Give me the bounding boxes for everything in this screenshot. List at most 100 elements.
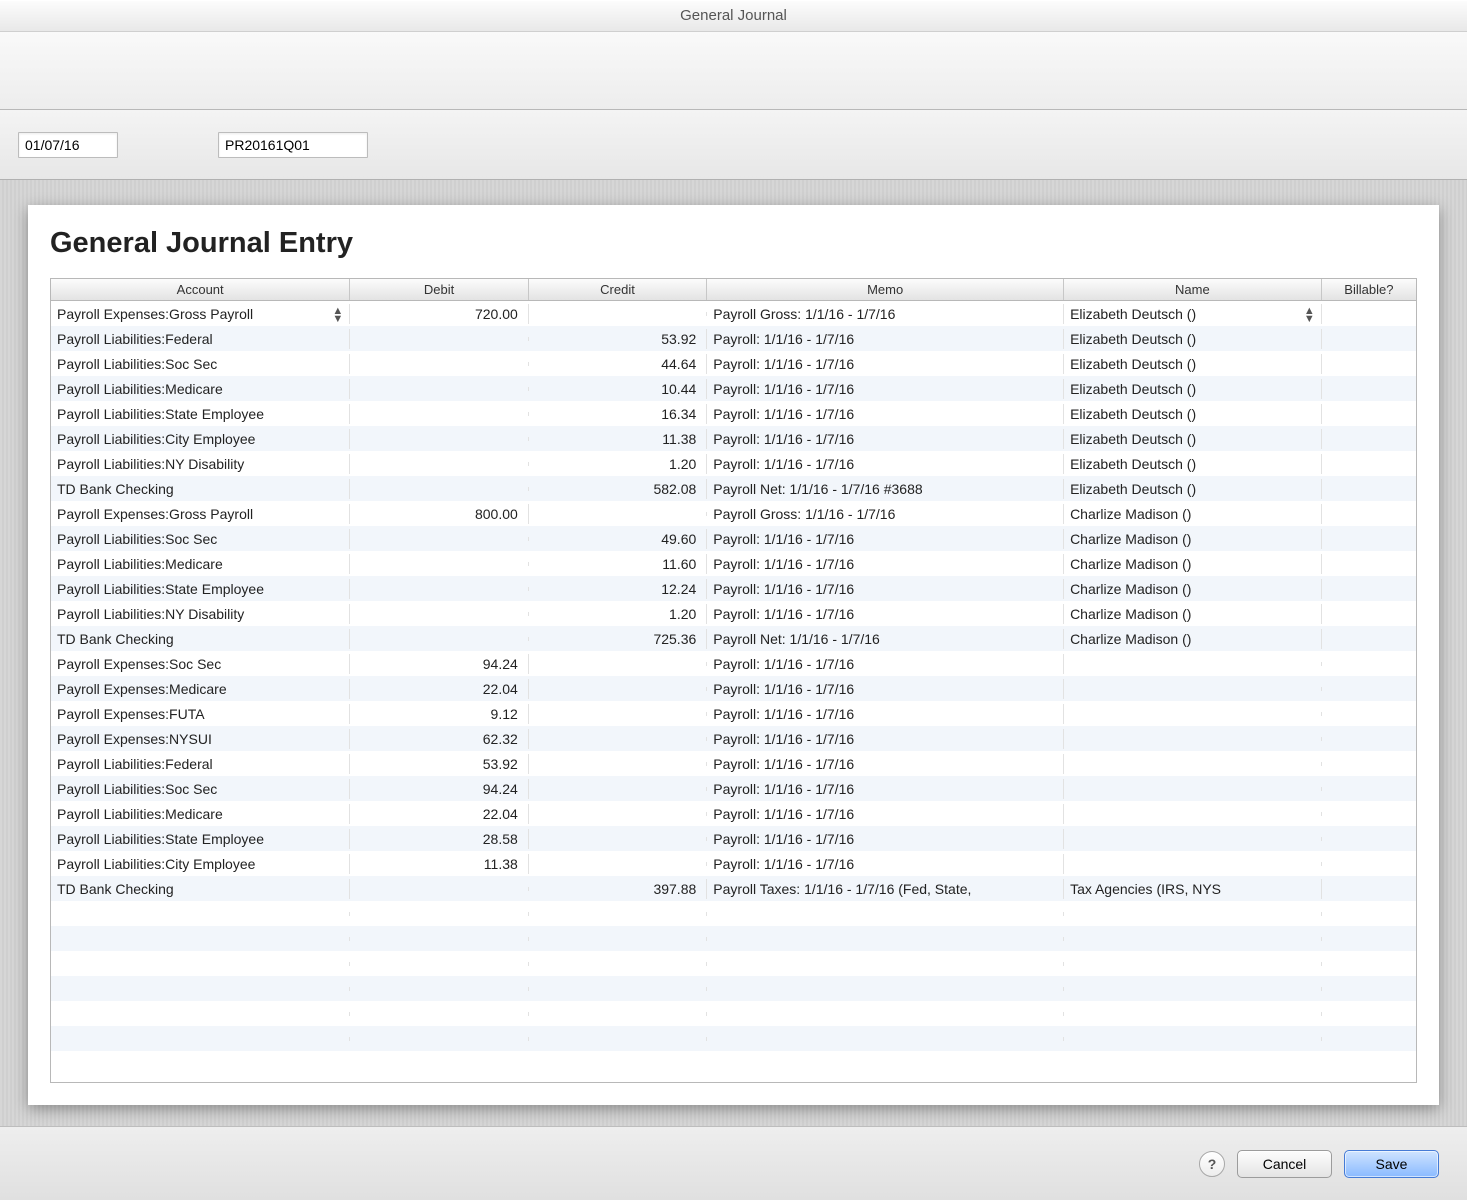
table-row[interactable]: Payroll Liabilities:Federal53.92Payroll:… <box>51 326 1416 351</box>
cell-credit[interactable] <box>529 787 707 791</box>
cell-credit[interactable]: 582.08 <box>529 479 707 499</box>
cell-account[interactable]: Payroll Liabilities:Federal <box>51 329 350 349</box>
cell-name[interactable]: Charlize Madison () <box>1064 554 1322 574</box>
cell-name[interactable]: Charlize Madison () <box>1064 629 1322 649</box>
cell-name[interactable] <box>1064 962 1322 966</box>
cell-debit[interactable] <box>350 637 528 641</box>
grid-body[interactable]: Payroll Expenses:Gross Payroll▲▼720.00Pa… <box>51 301 1416 1082</box>
table-row[interactable]: Payroll Liabilities:Soc Sec44.64Payroll:… <box>51 351 1416 376</box>
cell-name[interactable] <box>1064 912 1322 916</box>
cell-memo[interactable]: Payroll Gross: 1/1/16 - 1/7/16 <box>707 504 1064 524</box>
cell-memo[interactable]: Payroll: 1/1/16 - 1/7/16 <box>707 779 1064 799</box>
cell-debit[interactable] <box>350 987 528 991</box>
cell-debit[interactable] <box>350 387 528 391</box>
cell-memo[interactable]: Payroll: 1/1/16 - 1/7/16 <box>707 704 1064 724</box>
cell-billable[interactable] <box>1322 662 1416 666</box>
cell-billable[interactable] <box>1322 812 1416 816</box>
table-row[interactable] <box>51 976 1416 1001</box>
cell-memo[interactable]: Payroll: 1/1/16 - 1/7/16 <box>707 579 1064 599</box>
cell-memo[interactable]: Payroll: 1/1/16 - 1/7/16 <box>707 429 1064 449</box>
cell-memo[interactable] <box>707 912 1064 916</box>
cell-credit[interactable]: 12.24 <box>529 579 707 599</box>
table-row[interactable]: Payroll Expenses:Gross Payroll800.00Payr… <box>51 501 1416 526</box>
table-row[interactable] <box>51 1026 1416 1051</box>
cell-name[interactable]: Charlize Madison () <box>1064 579 1322 599</box>
cell-debit[interactable] <box>350 612 528 616</box>
cell-credit[interactable]: 49.60 <box>529 529 707 549</box>
cell-account[interactable]: Payroll Liabilities:NY Disability <box>51 604 350 624</box>
cell-account[interactable]: Payroll Expenses:Medicare <box>51 679 350 699</box>
table-row[interactable]: Payroll Liabilities:Federal53.92Payroll:… <box>51 751 1416 776</box>
cell-memo[interactable]: Payroll: 1/1/16 - 1/7/16 <box>707 679 1064 699</box>
cell-billable[interactable] <box>1322 1012 1416 1016</box>
cell-memo[interactable]: Payroll: 1/1/16 - 1/7/16 <box>707 329 1064 349</box>
cell-debit[interactable]: 22.04 <box>350 804 528 824</box>
cell-account[interactable] <box>51 1037 350 1041</box>
cell-billable[interactable] <box>1322 562 1416 566</box>
cell-credit[interactable] <box>529 762 707 766</box>
cell-credit[interactable] <box>529 987 707 991</box>
cell-name[interactable] <box>1064 1037 1322 1041</box>
table-row[interactable]: Payroll Expenses:Medicare22.04Payroll: 1… <box>51 676 1416 701</box>
cell-credit[interactable] <box>529 912 707 916</box>
cell-memo[interactable]: Payroll: 1/1/16 - 1/7/16 <box>707 404 1064 424</box>
cell-debit[interactable] <box>350 962 528 966</box>
cell-credit[interactable]: 16.34 <box>529 404 707 424</box>
cell-credit[interactable]: 725.36 <box>529 629 707 649</box>
save-button[interactable]: Save <box>1344 1150 1439 1178</box>
cell-account[interactable]: Payroll Liabilities:Soc Sec <box>51 354 350 374</box>
table-row[interactable] <box>51 1001 1416 1026</box>
cell-memo[interactable]: Payroll: 1/1/16 - 1/7/16 <box>707 729 1064 749</box>
table-row[interactable]: Payroll Liabilities:Medicare22.04Payroll… <box>51 801 1416 826</box>
cell-billable[interactable] <box>1322 962 1416 966</box>
cell-credit[interactable] <box>529 937 707 941</box>
cell-debit[interactable] <box>350 1012 528 1016</box>
cell-billable[interactable] <box>1322 937 1416 941</box>
cell-billable[interactable] <box>1322 487 1416 491</box>
cell-billable[interactable] <box>1322 337 1416 341</box>
cell-billable[interactable] <box>1322 987 1416 991</box>
cell-billable[interactable] <box>1322 912 1416 916</box>
cell-memo[interactable]: Payroll Gross: 1/1/16 - 1/7/16 <box>707 304 1064 324</box>
date-field[interactable] <box>18 132 118 158</box>
cell-debit[interactable] <box>350 537 528 541</box>
cell-billable[interactable] <box>1322 712 1416 716</box>
cell-billable[interactable] <box>1322 862 1416 866</box>
cell-memo[interactable]: Payroll: 1/1/16 - 1/7/16 <box>707 554 1064 574</box>
cell-debit[interactable]: 720.00 <box>350 304 528 324</box>
table-row[interactable] <box>51 926 1416 951</box>
cell-memo[interactable] <box>707 962 1064 966</box>
table-row[interactable] <box>51 951 1416 976</box>
cell-account[interactable]: Payroll Expenses:Gross Payroll <box>51 504 350 524</box>
cell-credit[interactable] <box>529 1037 707 1041</box>
cell-memo[interactable]: Payroll: 1/1/16 - 1/7/16 <box>707 829 1064 849</box>
cell-credit[interactable] <box>529 312 707 316</box>
cell-debit[interactable] <box>350 587 528 591</box>
table-row[interactable]: Payroll Liabilities:Medicare11.60Payroll… <box>51 551 1416 576</box>
table-row[interactable]: Payroll Liabilities:NY Disability1.20Pay… <box>51 451 1416 476</box>
cell-debit[interactable]: 94.24 <box>350 779 528 799</box>
table-row[interactable]: TD Bank Checking582.08Payroll Net: 1/1/1… <box>51 476 1416 501</box>
col-header-debit[interactable]: Debit <box>350 279 528 300</box>
cell-name[interactable] <box>1064 812 1322 816</box>
cell-debit[interactable] <box>350 412 528 416</box>
cell-billable[interactable] <box>1322 637 1416 641</box>
cell-account[interactable] <box>51 937 350 941</box>
cell-debit[interactable]: 53.92 <box>350 754 528 774</box>
cell-name[interactable] <box>1064 1012 1322 1016</box>
col-header-memo[interactable]: Memo <box>707 279 1064 300</box>
cell-account[interactable]: TD Bank Checking <box>51 879 350 899</box>
cell-credit[interactable] <box>529 962 707 966</box>
cell-billable[interactable] <box>1322 312 1416 316</box>
cell-account[interactable]: TD Bank Checking <box>51 629 350 649</box>
cell-name[interactable]: Elizabeth Deutsch () <box>1064 379 1322 399</box>
cell-account[interactable]: Payroll Liabilities:City Employee <box>51 854 350 874</box>
cell-memo[interactable]: Payroll Taxes: 1/1/16 - 1/7/16 (Fed, Sta… <box>707 879 1064 899</box>
cell-debit[interactable]: 94.24 <box>350 654 528 674</box>
cell-memo[interactable]: Payroll: 1/1/16 - 1/7/16 <box>707 604 1064 624</box>
cell-memo[interactable] <box>707 1012 1064 1016</box>
cell-account[interactable]: Payroll Liabilities:State Employee <box>51 579 350 599</box>
cell-account[interactable]: Payroll Expenses:NYSUI <box>51 729 350 749</box>
cell-name[interactable]: Elizabeth Deutsch () <box>1064 479 1322 499</box>
cell-billable[interactable] <box>1322 787 1416 791</box>
